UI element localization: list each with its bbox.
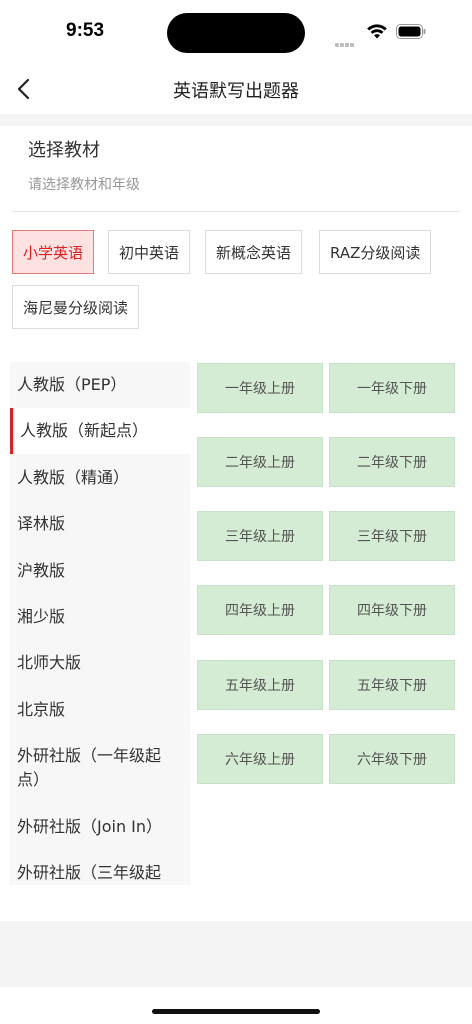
selected-indicator (10, 408, 13, 454)
publisher-item[interactable]: 沪教版 (10, 559, 190, 583)
dynamic-island (167, 13, 305, 53)
grade-button[interactable]: 四年级上册 (197, 585, 323, 635)
category-chip-primary[interactable]: 小学英语 (12, 230, 95, 274)
publisher-item[interactable]: 北京版 (10, 698, 190, 722)
status-bar: 9:53 (0, 0, 472, 64)
wifi-icon (367, 24, 387, 39)
bottom-bar (0, 921, 472, 987)
publisher-item[interactable]: 译林版 (10, 512, 190, 536)
publisher-item[interactable]: 北师大版 (10, 651, 190, 675)
section-title: 选择教材 (28, 140, 100, 161)
publisher-item[interactable]: 湘少版 (10, 605, 190, 629)
grade-button[interactable]: 六年级上册 (197, 734, 323, 784)
section-subtitle: 请选择教材和年级 (28, 177, 140, 193)
grade-button[interactable]: 三年级上册 (197, 511, 323, 561)
publisher-list[interactable]: 人教版（PEP） 人教版（新起点） 人教版（精通） 译林版 沪教版 湘少版 北师… (10, 362, 190, 885)
grade-button[interactable]: 二年级上册 (197, 437, 323, 487)
home-indicator[interactable] (152, 1009, 320, 1014)
nav-bar: 英语默写出题器 (0, 64, 472, 114)
grade-button[interactable]: 一年级下册 (329, 363, 455, 413)
grade-button[interactable]: 六年级下册 (329, 734, 455, 784)
header-separator (0, 114, 472, 126)
grade-button[interactable]: 二年级下册 (329, 437, 455, 487)
divider (12, 211, 460, 212)
publisher-item[interactable]: 人教版（精通） (10, 466, 190, 490)
category-chip-raz[interactable]: RAZ分级阅读 (319, 230, 432, 274)
publisher-item-selected[interactable]: 人教版（新起点） (10, 408, 190, 454)
grade-button[interactable]: 三年级下册 (329, 511, 455, 561)
status-time: 9:53 (66, 20, 105, 41)
category-chip-new-concept[interactable]: 新概念英语 (205, 230, 303, 274)
grade-button[interactable]: 五年级下册 (329, 660, 455, 710)
grade-button[interactable]: 一年级上册 (197, 363, 323, 413)
publisher-item[interactable]: 外研社版（Join In） (10, 815, 190, 839)
publisher-item[interactable]: 外研社版（一年级起点） (10, 744, 190, 792)
grade-button[interactable]: 四年级下册 (329, 585, 455, 635)
publisher-item[interactable]: 人教版（PEP） (10, 373, 190, 397)
publisher-item-label: 人教版（新起点） (20, 421, 149, 440)
page-title: 英语默写出题器 (173, 81, 299, 102)
category-chip-heinemann[interactable]: 海尼曼分级阅读 (12, 285, 140, 329)
grade-button[interactable]: 五年级上册 (197, 660, 323, 710)
category-chip-junior[interactable]: 初中英语 (108, 230, 191, 274)
publisher-item[interactable]: 外研社版（三年级起 (10, 861, 190, 885)
battery-icon (396, 24, 426, 39)
cellular-signal-icon (335, 28, 359, 47)
